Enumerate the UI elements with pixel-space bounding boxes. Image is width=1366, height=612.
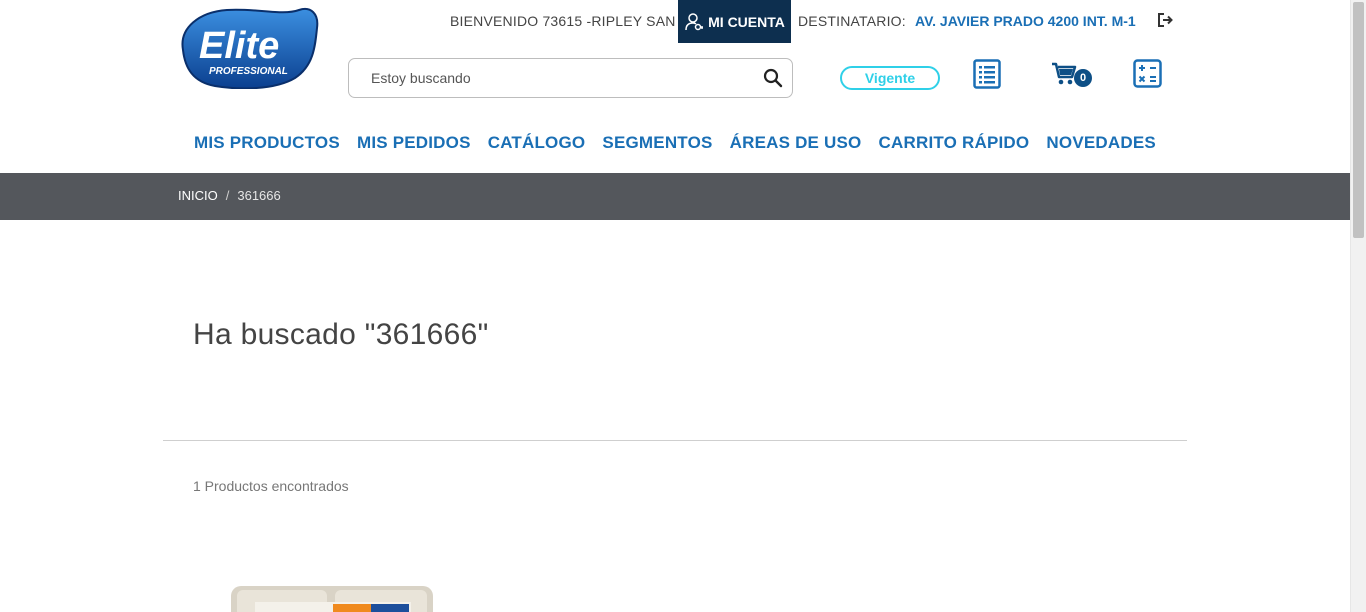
product-image[interactable]	[231, 584, 433, 612]
svg-text:Elite: Elite	[199, 25, 279, 67]
logout-icon[interactable]	[1157, 12, 1173, 28]
my-account-button[interactable]: MI CUENTA	[678, 0, 791, 43]
nav-catalogo[interactable]: CATÁLOGO	[488, 128, 586, 158]
breadcrumb-current: 361666	[237, 188, 281, 203]
nav-carrito-rapido[interactable]: CARRITO RÁPIDO	[879, 128, 1030, 158]
svg-text:PROFESSIONAL: PROFESSIONAL	[209, 66, 288, 77]
breadcrumb-home[interactable]: INICIO	[178, 188, 218, 203]
nav-mis-pedidos[interactable]: MIS PEDIDOS	[357, 128, 471, 158]
nav-novedades[interactable]: NOVEDADES	[1046, 128, 1156, 158]
search-icon[interactable]	[763, 68, 783, 88]
destination-value[interactable]: AV. JAVIER PRADO 4200 INT. M-1	[915, 13, 1136, 29]
nav-mis-productos[interactable]: MIS PRODUCTOS	[194, 128, 340, 158]
results-count: 1 Productos encontrados	[193, 478, 349, 494]
breadcrumb-bar: INICIO / 361666	[0, 173, 1350, 220]
destination-label: DESTINATARIO:	[798, 13, 906, 29]
main-nav: MIS PRODUCTOS MIS PEDIDOS CATÁLOGO SEGME…	[178, 128, 1172, 158]
nav-areas-de-uso[interactable]: ÁREAS DE USO	[730, 128, 862, 158]
breadcrumb: INICIO / 361666	[178, 188, 281, 203]
welcome-text: BIENVENIDO 73615 -RIPLEY SAN	[450, 13, 676, 29]
cart-count-badge: 0	[1074, 69, 1092, 87]
user-key-icon	[685, 12, 704, 30]
divider	[163, 440, 1187, 441]
my-account-label: MI CUENTA	[708, 13, 785, 30]
page-scrollbar[interactable]	[1350, 0, 1366, 612]
calculator-icon[interactable]	[1133, 59, 1162, 88]
list-icon[interactable]	[973, 59, 1001, 89]
breadcrumb-separator: /	[225, 188, 230, 203]
status-badge[interactable]: Vigente	[840, 66, 940, 90]
search-results-title: Ha buscado "361666"	[193, 318, 489, 351]
elite-professional-logo[interactable]: Elite PROFESSIONAL	[177, 6, 319, 89]
page: Elite PROFESSIONAL BIENVENIDO 73615 -RIP…	[0, 0, 1350, 612]
search-input[interactable]	[371, 59, 751, 97]
scrollbar-thumb[interactable]	[1353, 2, 1364, 238]
search-box	[348, 58, 793, 98]
nav-segmentos[interactable]: SEGMENTOS	[602, 128, 712, 158]
